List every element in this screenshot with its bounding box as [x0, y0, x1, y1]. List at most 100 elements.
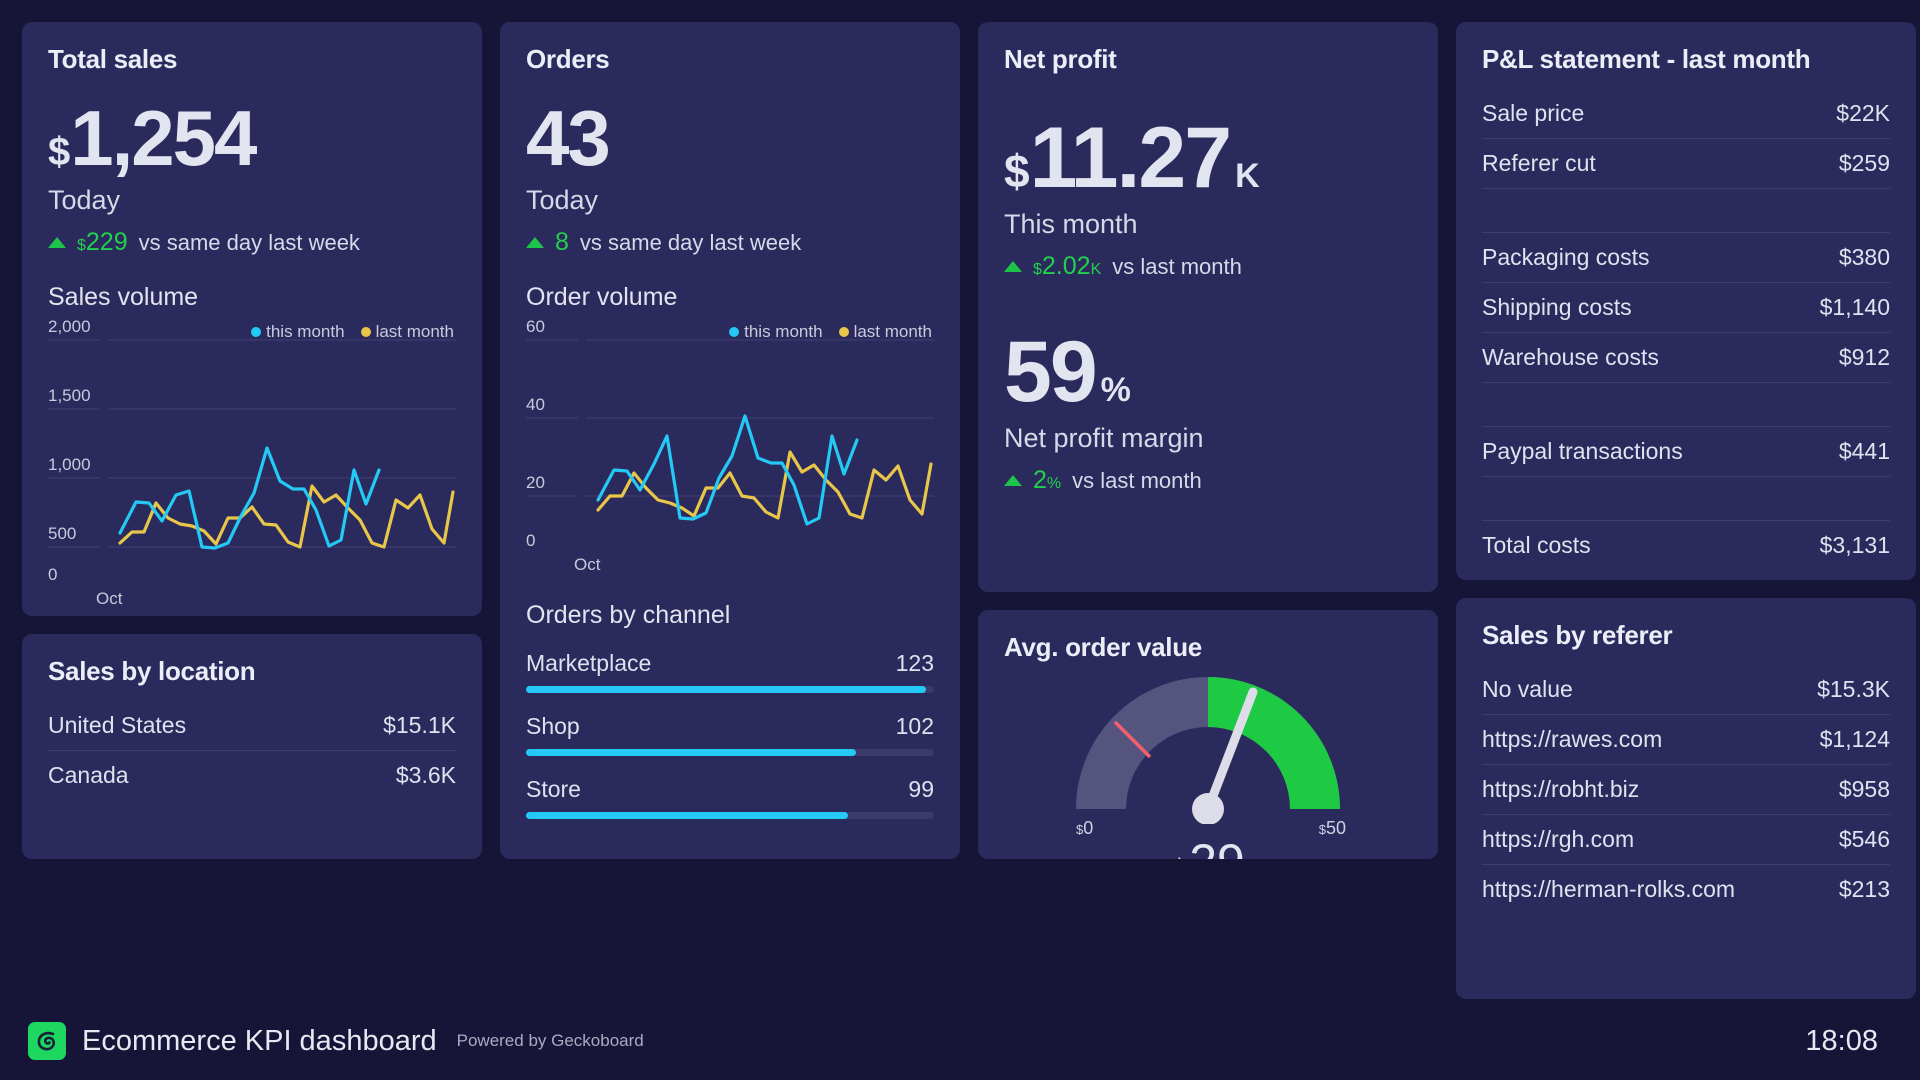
total-sales-number: 1,254 — [70, 94, 257, 182]
order-volume-svg: 60 40 20 0 — [526, 317, 934, 555]
table-row[interactable]: Warehouse costs $912 — [1482, 333, 1890, 383]
row-label: https://robht.biz — [1482, 776, 1640, 802]
order-volume-chart[interactable]: this month last month 60 40 20 0 Oct — [526, 317, 934, 575]
bar-track — [526, 686, 934, 693]
gauge-green-band — [1208, 677, 1340, 809]
orders-card[interactable]: Orders 43 Today 8 vs same day last week … — [500, 22, 960, 859]
bar-track — [526, 749, 934, 756]
row-value: $15.1K — [383, 712, 456, 738]
table-row[interactable]: Canada $3.6K — [48, 751, 456, 800]
row-value: $22K — [1836, 100, 1890, 126]
row-value: $1,140 — [1819, 294, 1890, 320]
bar-track — [526, 812, 934, 819]
gauge-max-currency: $ — [1318, 822, 1326, 837]
sales-volume-chart[interactable]: this month last month 2,000 1,500 1,000 … — [48, 317, 456, 609]
table-row[interactable]: Shipping costs $1,140 — [1482, 283, 1890, 333]
bar-fill — [526, 812, 849, 819]
sales-by-location-card[interactable]: Sales by location United States $15.1K C… — [22, 634, 482, 859]
order-volume-xlabel: Oct — [574, 555, 601, 574]
net-profit-number: 11.27 — [1029, 110, 1232, 206]
arrow-up-icon — [1004, 261, 1022, 272]
bar-item[interactable]: Store 99 — [526, 776, 934, 819]
sales-by-location-table: United States $15.1K Canada $3.6K — [48, 701, 456, 800]
table-row[interactable]: Paypal transactions $441 — [1482, 427, 1890, 477]
row-label: Sale price — [1482, 100, 1585, 126]
table-row[interactable]: Referer cut $259 — [1482, 139, 1890, 189]
bar-item-head: Marketplace 123 — [526, 650, 934, 677]
margin-delta-label: vs last month — [1072, 467, 1202, 493]
powered-by-label: Powered by Geckoboard — [456, 1031, 644, 1050]
gauge-min-number: 0 — [1083, 818, 1094, 838]
sales-by-referer-table: No value $15.3K https://rawes.com $1,124 h… — [1482, 665, 1890, 914]
ytick-500: 500 — [48, 524, 76, 543]
orders-by-channel-title: Orders by channel — [526, 601, 731, 629]
gauge-container: $0 $50 $29 — [1004, 669, 1412, 859]
net-profit-title: Net profit — [1004, 44, 1117, 74]
gauge-max-label: $50 — [1319, 818, 1346, 839]
legend-label-last-month: last month — [853, 322, 932, 341]
ytick-40: 40 — [526, 395, 545, 414]
row-label: Shipping costs — [1482, 294, 1632, 320]
row-label: Total costs — [1482, 532, 1591, 558]
gauge-min-label: $0 — [1076, 818, 1093, 839]
avg-order-value-title: Avg. order value — [1004, 632, 1202, 662]
row-value: $15.3K — [1817, 676, 1890, 702]
gecko-glyph-icon — [37, 1031, 56, 1051]
row-label: United States — [48, 712, 187, 738]
table-row-spacer — [1482, 477, 1890, 521]
avg-order-value-card[interactable]: Avg. order value $0 $50 $29 — [978, 610, 1438, 859]
net-profit-delta-value: $2.02K — [1033, 252, 1101, 281]
orders-by-channel-list: Marketplace 123 Shop 102 Store 99 — [526, 650, 934, 819]
row-label: Referer cut — [1482, 150, 1596, 176]
bar-item[interactable]: Shop 102 — [526, 713, 934, 756]
orders-number: 43 — [526, 94, 611, 182]
legend-label-last-month: last month — [375, 322, 454, 341]
sales-by-referer-card[interactable]: Sales by referer No value $15.3K https://… — [1456, 598, 1916, 999]
table-row[interactable]: https://herman-rolks.com $213 — [1482, 865, 1890, 914]
net-profit-metric: $11.27 K This month $2.02K vs last month — [1004, 115, 1412, 281]
sales-volume-title: Sales volume — [48, 283, 199, 311]
table-row[interactable]: Packaging costs $380 — [1482, 233, 1890, 283]
legend-dot-blue — [251, 327, 262, 337]
sales-volume-svg: 2,000 1,500 1,000 500 0 — [48, 317, 456, 589]
bar-value: 102 — [895, 713, 934, 739]
row-label: Packaging costs — [1482, 244, 1650, 270]
ytick-0: 0 — [526, 531, 535, 546]
row-value: $213 — [1838, 876, 1890, 902]
total-sales-title: Total sales — [48, 44, 178, 74]
row-label: https://rgh.com — [1482, 826, 1635, 852]
total-sales-card[interactable]: Total sales $1,254 Today $229 vs same da… — [22, 22, 482, 616]
row-value: $441 — [1838, 438, 1890, 464]
orders-delta-label: vs same day last week — [579, 229, 802, 255]
bar-item[interactable]: Marketplace 123 — [526, 650, 934, 693]
legend-label-this-month: this month — [266, 322, 345, 341]
net-profit-value: $11.27 K — [1004, 115, 1412, 201]
table-row-spacer — [1482, 189, 1890, 233]
ytick-1000: 1,000 — [48, 455, 91, 474]
dashboard-grid: Total sales $1,254 Today $229 vs same da… — [22, 22, 1916, 1002]
column-1: Total sales $1,254 Today $229 vs same da… — [22, 22, 482, 999]
geckoboard-logo-icon — [28, 1022, 66, 1060]
ytick-60: 60 — [526, 318, 545, 336]
legend-dot-blue — [729, 327, 740, 337]
table-row[interactable]: https://rgh.com $546 — [1482, 815, 1890, 865]
table-row[interactable]: No value $15.3K — [1482, 665, 1890, 715]
orders-title: Orders — [526, 44, 610, 74]
bar-label: Marketplace — [526, 650, 652, 676]
bar-label: Store — [526, 776, 581, 802]
net-profit-delta-label: vs last month — [1112, 253, 1242, 279]
ytick-1500: 1,500 — [48, 386, 91, 405]
ytick-0: 0 — [48, 565, 57, 580]
margin-suffix: % — [1100, 371, 1131, 409]
table-row-total[interactable]: Total costs $3,131 — [1482, 521, 1890, 570]
dashboard-root: Total sales $1,254 Today $229 vs same da… — [0, 0, 1920, 1080]
table-row[interactable]: Sale price $22K — [1482, 89, 1890, 139]
sales-volume-xlabel: Oct — [96, 589, 123, 608]
pl-statement-card[interactable]: P&L statement - last month Sale price $22… — [1456, 22, 1916, 580]
net-profit-card[interactable]: Net profit $11.27 K This month $2.02K vs … — [978, 22, 1438, 592]
table-row[interactable]: https://robht.biz $958 — [1482, 765, 1890, 815]
net-profit-suffix: K — [1235, 157, 1260, 195]
margin-delta-value: 2% — [1033, 466, 1061, 495]
table-row[interactable]: United States $15.1K — [48, 701, 456, 751]
table-row[interactable]: https://rawes.com $1,124 — [1482, 715, 1890, 765]
